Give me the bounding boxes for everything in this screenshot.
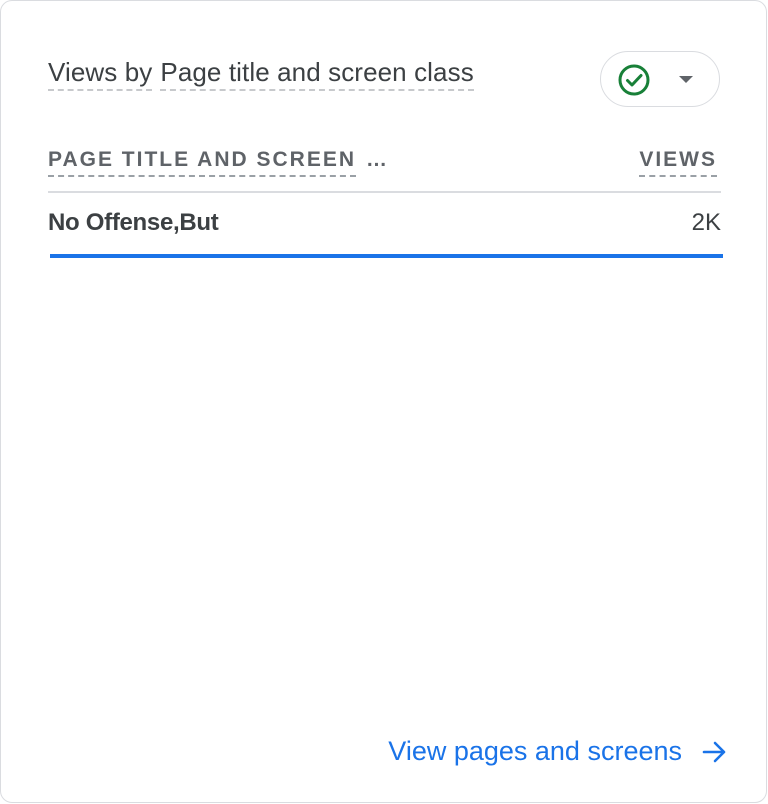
row-bar-track (50, 254, 723, 258)
header-divider (48, 191, 721, 193)
header-ellipsis: … (366, 148, 388, 171)
dimension-column-header[interactable]: PAGE TITLE AND SCREEN … (48, 147, 387, 177)
table-row[interactable]: No Offense,But 2K (48, 207, 723, 258)
view-pages-and-screens-link[interactable]: View pages and screens (388, 736, 728, 767)
card-title: Views by Page title and screen class (48, 57, 474, 91)
caret-down-icon (679, 76, 693, 83)
metric-header-label: VIEWS (639, 147, 717, 177)
row-bar-fill (50, 254, 723, 258)
row-page-title: No Offense,But (48, 209, 219, 236)
metric-title[interactable]: Views by (48, 57, 153, 91)
data-quality-dropdown[interactable] (600, 51, 720, 107)
dimension-title[interactable]: Page title and screen class (160, 57, 474, 91)
footer-link-label: View pages and screens (388, 736, 682, 766)
views-by-page-card: Views by Page title and screen class PAGE… (0, 0, 767, 803)
dimension-header-label: PAGE TITLE AND SCREEN (48, 147, 357, 177)
arrow-right-icon (702, 741, 726, 762)
metric-column-header[interactable]: VIEWS (639, 147, 717, 177)
check-circle-icon (618, 64, 650, 96)
row-views-value: 2K (691, 209, 721, 236)
